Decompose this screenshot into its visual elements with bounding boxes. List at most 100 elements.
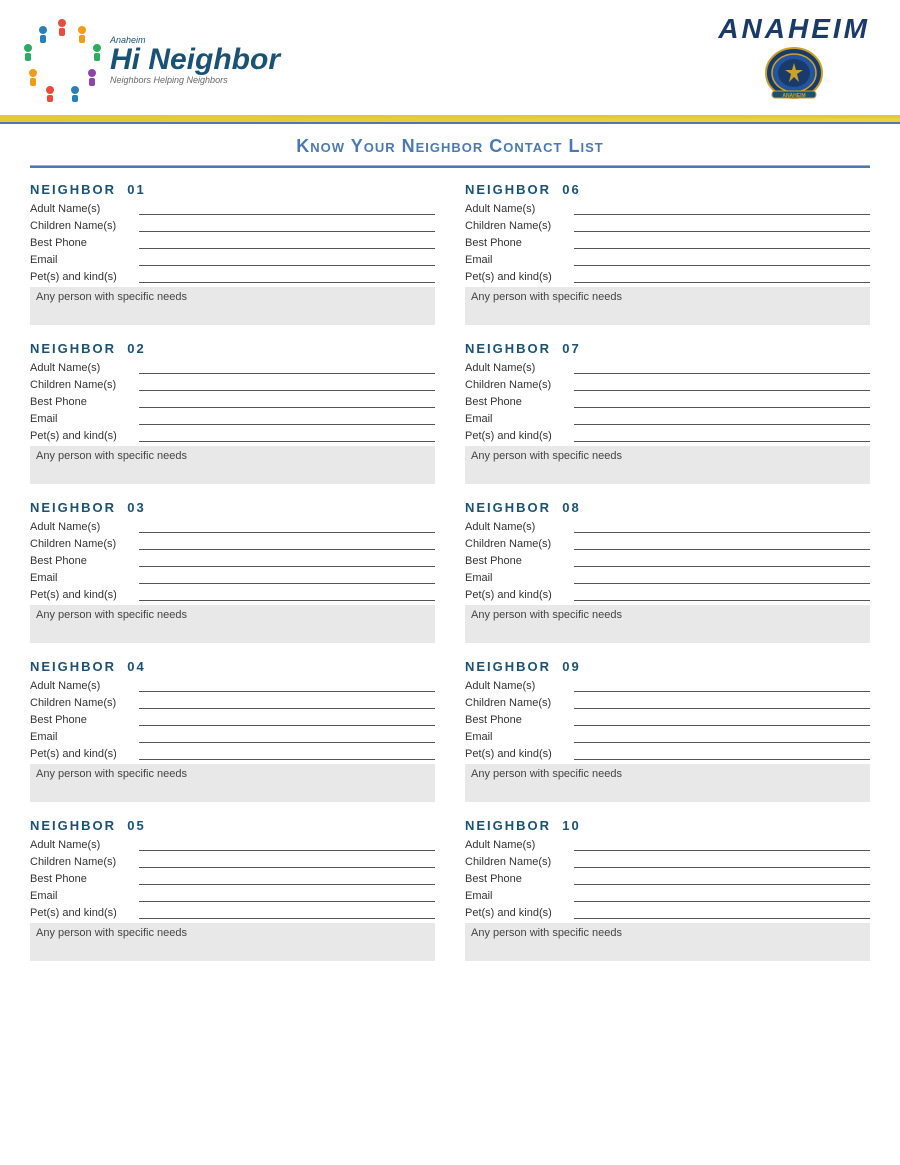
field-row-email-08: Email bbox=[465, 570, 870, 584]
field-row-children-05: Children Name(s) bbox=[30, 854, 435, 868]
neighbor-grid: NEIGHBOR 01 Adult Name(s) Children Name(… bbox=[30, 178, 870, 973]
field-label-phone-06: Best Phone bbox=[465, 237, 570, 249]
field-line-adult-01[interactable] bbox=[139, 201, 435, 215]
field-label-email-05: Email bbox=[30, 890, 135, 902]
field-row-phone-02: Best Phone bbox=[30, 394, 435, 408]
people-ring-icon bbox=[20, 18, 105, 103]
field-line-email-05[interactable] bbox=[139, 888, 435, 902]
field-line-email-04[interactable] bbox=[139, 729, 435, 743]
field-row-adult-08: Adult Name(s) bbox=[465, 519, 870, 533]
field-label-phone-03: Best Phone bbox=[30, 555, 135, 567]
field-row-pets-10: Pet(s) and kind(s) bbox=[465, 905, 870, 919]
field-line-adult-04[interactable] bbox=[139, 678, 435, 692]
field-row-phone-06: Best Phone bbox=[465, 235, 870, 249]
field-line-email-07[interactable] bbox=[574, 411, 870, 425]
field-line-pets-08[interactable] bbox=[574, 587, 870, 601]
field-label-phone-01: Best Phone bbox=[30, 237, 135, 249]
field-row-email-04: Email bbox=[30, 729, 435, 743]
neighbor-block-03: NEIGHBOR 03 Adult Name(s) Children Name(… bbox=[30, 496, 435, 643]
field-line-adult-10[interactable] bbox=[574, 837, 870, 851]
field-line-children-02[interactable] bbox=[139, 377, 435, 391]
field-line-phone-01[interactable] bbox=[139, 235, 435, 249]
field-label-pets-01: Pet(s) and kind(s) bbox=[30, 271, 135, 283]
field-label-adult-06: Adult Name(s) bbox=[465, 203, 570, 215]
neighbor-title-04: NEIGHBOR 04 bbox=[30, 655, 435, 674]
field-line-children-08[interactable] bbox=[574, 536, 870, 550]
field-line-pets-04[interactable] bbox=[139, 746, 435, 760]
field-line-pets-02[interactable] bbox=[139, 428, 435, 442]
field-line-children-09[interactable] bbox=[574, 695, 870, 709]
field-line-pets-03[interactable] bbox=[139, 587, 435, 601]
needs-box-09: Any person with specific needs bbox=[465, 764, 870, 802]
field-line-email-02[interactable] bbox=[139, 411, 435, 425]
field-line-phone-07[interactable] bbox=[574, 394, 870, 408]
page-header: Anaheim Hi Neighbor Neighbors Helping Ne… bbox=[0, 0, 900, 118]
field-row-adult-01: Adult Name(s) bbox=[30, 201, 435, 215]
field-row-children-10: Children Name(s) bbox=[465, 854, 870, 868]
field-line-children-07[interactable] bbox=[574, 377, 870, 391]
field-line-pets-05[interactable] bbox=[139, 905, 435, 919]
field-line-adult-02[interactable] bbox=[139, 360, 435, 374]
field-label-adult-03: Adult Name(s) bbox=[30, 521, 135, 533]
field-line-email-09[interactable] bbox=[574, 729, 870, 743]
field-line-children-05[interactable] bbox=[139, 854, 435, 868]
field-line-phone-09[interactable] bbox=[574, 712, 870, 726]
neighbor-title-07: NEIGHBOR 07 bbox=[465, 337, 870, 356]
neighbor-block-08: NEIGHBOR 08 Adult Name(s) Children Name(… bbox=[465, 496, 870, 643]
hi-neighbor-main-text: Hi Neighbor bbox=[110, 45, 280, 75]
field-row-email-10: Email bbox=[465, 888, 870, 902]
field-line-pets-09[interactable] bbox=[574, 746, 870, 760]
field-label-children-09: Children Name(s) bbox=[465, 697, 570, 709]
field-line-children-06[interactable] bbox=[574, 218, 870, 232]
field-line-adult-03[interactable] bbox=[139, 519, 435, 533]
field-line-phone-04[interactable] bbox=[139, 712, 435, 726]
field-row-pets-01: Pet(s) and kind(s) bbox=[30, 269, 435, 283]
field-row-email-01: Email bbox=[30, 252, 435, 266]
field-row-pets-07: Pet(s) and kind(s) bbox=[465, 428, 870, 442]
field-row-email-06: Email bbox=[465, 252, 870, 266]
field-label-phone-10: Best Phone bbox=[465, 873, 570, 885]
field-line-children-04[interactable] bbox=[139, 695, 435, 709]
field-line-pets-06[interactable] bbox=[574, 269, 870, 283]
field-row-phone-08: Best Phone bbox=[465, 553, 870, 567]
field-line-pets-01[interactable] bbox=[139, 269, 435, 283]
field-line-children-01[interactable] bbox=[139, 218, 435, 232]
field-row-pets-05: Pet(s) and kind(s) bbox=[30, 905, 435, 919]
field-line-children-03[interactable] bbox=[139, 536, 435, 550]
neighbor-title-08: NEIGHBOR 08 bbox=[465, 496, 870, 515]
field-label-phone-05: Best Phone bbox=[30, 873, 135, 885]
field-label-adult-01: Adult Name(s) bbox=[30, 203, 135, 215]
field-row-phone-09: Best Phone bbox=[465, 712, 870, 726]
field-line-email-08[interactable] bbox=[574, 570, 870, 584]
field-line-pets-07[interactable] bbox=[574, 428, 870, 442]
field-line-adult-07[interactable] bbox=[574, 360, 870, 374]
field-line-phone-05[interactable] bbox=[139, 871, 435, 885]
field-row-children-08: Children Name(s) bbox=[465, 536, 870, 550]
field-line-phone-03[interactable] bbox=[139, 553, 435, 567]
field-label-email-01: Email bbox=[30, 254, 135, 266]
field-line-phone-10[interactable] bbox=[574, 871, 870, 885]
anaheim-seal-icon: ANAHEIM bbox=[764, 45, 824, 100]
field-line-email-03[interactable] bbox=[139, 570, 435, 584]
field-row-pets-08: Pet(s) and kind(s) bbox=[465, 587, 870, 601]
field-line-pets-10[interactable] bbox=[574, 905, 870, 919]
field-label-children-06: Children Name(s) bbox=[465, 220, 570, 232]
field-row-adult-03: Adult Name(s) bbox=[30, 519, 435, 533]
field-label-children-05: Children Name(s) bbox=[30, 856, 135, 868]
field-label-children-10: Children Name(s) bbox=[465, 856, 570, 868]
neighbor-title-01: NEIGHBOR 01 bbox=[30, 178, 435, 197]
field-line-adult-05[interactable] bbox=[139, 837, 435, 851]
needs-box-10: Any person with specific needs bbox=[465, 923, 870, 961]
field-line-email-01[interactable] bbox=[139, 252, 435, 266]
field-label-phone-04: Best Phone bbox=[30, 714, 135, 726]
field-line-adult-09[interactable] bbox=[574, 678, 870, 692]
field-label-children-03: Children Name(s) bbox=[30, 538, 135, 550]
field-line-phone-06[interactable] bbox=[574, 235, 870, 249]
field-line-phone-08[interactable] bbox=[574, 553, 870, 567]
field-line-email-06[interactable] bbox=[574, 252, 870, 266]
field-line-email-10[interactable] bbox=[574, 888, 870, 902]
field-line-children-10[interactable] bbox=[574, 854, 870, 868]
field-line-phone-02[interactable] bbox=[139, 394, 435, 408]
field-line-adult-08[interactable] bbox=[574, 519, 870, 533]
field-line-adult-06[interactable] bbox=[574, 201, 870, 215]
